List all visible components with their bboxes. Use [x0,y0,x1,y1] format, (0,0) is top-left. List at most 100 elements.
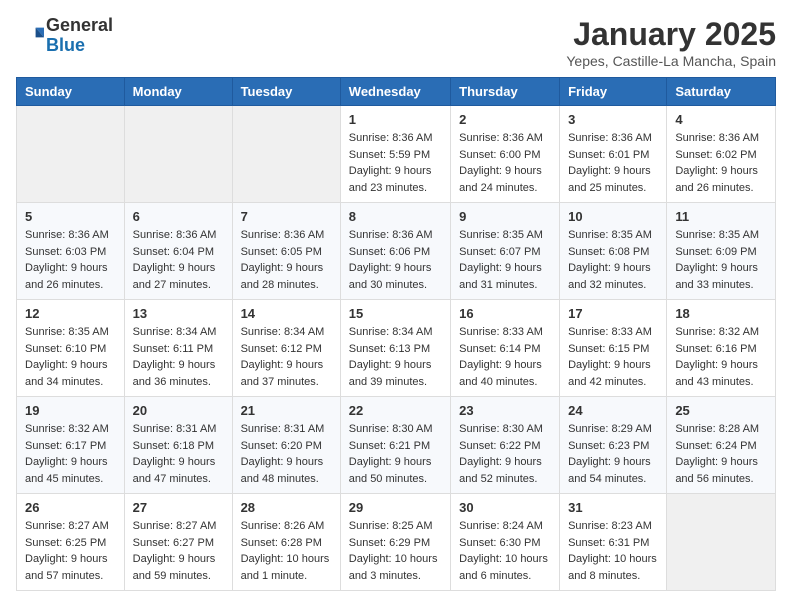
day-number: 3 [568,112,658,127]
day-info: Sunrise: 8:33 AM Sunset: 6:14 PM Dayligh… [459,324,551,390]
title-block: January 2025 Yepes, Castille-La Mancha, … [566,16,776,69]
day-info: Sunrise: 8:30 AM Sunset: 6:22 PM Dayligh… [459,421,551,487]
day-info: Sunrise: 8:23 AM Sunset: 6:31 PM Dayligh… [568,518,658,584]
day-number: 26 [25,500,116,515]
table-row: 19 Sunrise: 8:32 AM Sunset: 6:17 PM Dayli… [17,397,125,494]
calendar-table: Sunday Monday Tuesday Wednesday Thursday… [16,77,776,591]
table-row [667,494,776,591]
day-info: Sunrise: 8:24 AM Sunset: 6:30 PM Dayligh… [459,518,551,584]
day-number: 1 [349,112,442,127]
table-row: 15Sunrise: 8:34 AM Sunset: 6:13 PM Dayli… [340,300,450,397]
calendar-week-row: 26 Sunrise: 8:27 AM Sunset: 6:25 PM Dayli… [17,494,776,591]
table-row: 14 Sunrise: 8:34 AM Sunset: 6:12 PM Dayli… [232,300,340,397]
day-info: Sunrise: 8:35 AM Sunset: 6:09 PM Dayligh… [675,227,767,293]
day-number: 23 [459,403,551,418]
table-row: 17Sunrise: 8:33 AM Sunset: 6:15 PM Dayli… [560,300,667,397]
day-number: 24 [568,403,658,418]
table-row: 16 Sunrise: 8:33 AM Sunset: 6:14 PM Dayli… [451,300,560,397]
day-number: 28 [241,500,332,515]
logo-text: General Blue [46,16,113,56]
logo: General Blue [16,16,113,56]
day-number: 16 [459,306,551,321]
day-number: 18 [675,306,767,321]
day-number: 21 [241,403,332,418]
day-info: Sunrise: 8:36 AM Sunset: 6:05 PM Dayligh… [241,227,332,293]
header-monday: Monday [124,78,232,106]
table-row: 27Sunrise: 8:27 AM Sunset: 6:27 PM Dayli… [124,494,232,591]
table-row: 28 Sunrise: 8:26 AM Sunset: 6:28 PM Dayli… [232,494,340,591]
day-number: 11 [675,209,767,224]
day-number: 2 [459,112,551,127]
day-info: Sunrise: 8:36 AM Sunset: 5:59 PM Dayligh… [349,130,442,196]
table-row [17,106,125,203]
day-info: Sunrise: 8:30 AM Sunset: 6:21 PM Dayligh… [349,421,442,487]
location-title: Yepes, Castille-La Mancha, Spain [566,53,776,69]
day-number: 6 [133,209,224,224]
table-row: 21 Sunrise: 8:31 AM Sunset: 6:20 PM Dayli… [232,397,340,494]
logo-icon [16,22,44,50]
day-info: Sunrise: 8:25 AM Sunset: 6:29 PM Dayligh… [349,518,442,584]
day-info: Sunrise: 8:36 AM Sunset: 6:02 PM Dayligh… [675,130,767,196]
table-row: 10Sunrise: 8:35 AM Sunset: 6:08 PM Dayli… [560,203,667,300]
day-number: 22 [349,403,442,418]
day-number: 25 [675,403,767,418]
table-row: 5 Sunrise: 8:36 AM Sunset: 6:03 PM Daylig… [17,203,125,300]
day-number: 19 [25,403,116,418]
header-wednesday: Wednesday [340,78,450,106]
header-friday: Friday [560,78,667,106]
day-info: Sunrise: 8:32 AM Sunset: 6:17 PM Dayligh… [25,421,116,487]
day-info: Sunrise: 8:34 AM Sunset: 6:11 PM Dayligh… [133,324,224,390]
day-info: Sunrise: 8:35 AM Sunset: 6:07 PM Dayligh… [459,227,551,293]
table-row: 8Sunrise: 8:36 AM Sunset: 6:06 PM Daylig… [340,203,450,300]
day-info: Sunrise: 8:28 AM Sunset: 6:24 PM Dayligh… [675,421,767,487]
day-info: Sunrise: 8:36 AM Sunset: 6:06 PM Dayligh… [349,227,442,293]
table-row: 9Sunrise: 8:35 AM Sunset: 6:07 PM Daylig… [451,203,560,300]
table-row: 1 Sunrise: 8:36 AM Sunset: 5:59 PM Daylig… [340,106,450,203]
table-row: 13 Sunrise: 8:34 AM Sunset: 6:11 PM Dayli… [124,300,232,397]
month-title: January 2025 [566,16,776,53]
day-info: Sunrise: 8:31 AM Sunset: 6:20 PM Dayligh… [241,421,332,487]
table-row: 30Sunrise: 8:24 AM Sunset: 6:30 PM Dayli… [451,494,560,591]
table-row [124,106,232,203]
day-info: Sunrise: 8:29 AM Sunset: 6:23 PM Dayligh… [568,421,658,487]
table-row [232,106,340,203]
day-number: 4 [675,112,767,127]
day-info: Sunrise: 8:36 AM Sunset: 6:04 PM Dayligh… [133,227,224,293]
header-sunday: Sunday [17,78,125,106]
day-info: Sunrise: 8:33 AM Sunset: 6:15 PM Dayligh… [568,324,658,390]
table-row: 3 Sunrise: 8:36 AM Sunset: 6:01 PM Daylig… [560,106,667,203]
day-number: 7 [241,209,332,224]
table-row: 4 Sunrise: 8:36 AM Sunset: 6:02 PM Daylig… [667,106,776,203]
day-number: 13 [133,306,224,321]
day-info: Sunrise: 8:35 AM Sunset: 6:08 PM Dayligh… [568,227,658,293]
day-number: 5 [25,209,116,224]
page-header: General Blue January 2025 Yepes, Castill… [16,16,776,69]
calendar-week-row: 19 Sunrise: 8:32 AM Sunset: 6:17 PM Dayli… [17,397,776,494]
table-row: 25 Sunrise: 8:28 AM Sunset: 6:24 PM Dayli… [667,397,776,494]
day-number: 14 [241,306,332,321]
table-row: 6 Sunrise: 8:36 AM Sunset: 6:04 PM Daylig… [124,203,232,300]
table-row: 2Sunrise: 8:36 AM Sunset: 6:00 PM Daylig… [451,106,560,203]
day-info: Sunrise: 8:27 AM Sunset: 6:27 PM Dayligh… [133,518,224,584]
logo-blue: Blue [46,36,113,56]
table-row: 20Sunrise: 8:31 AM Sunset: 6:18 PM Dayli… [124,397,232,494]
day-info: Sunrise: 8:36 AM Sunset: 6:01 PM Dayligh… [568,130,658,196]
day-info: Sunrise: 8:32 AM Sunset: 6:16 PM Dayligh… [675,324,767,390]
table-row: 12Sunrise: 8:35 AM Sunset: 6:10 PM Dayli… [17,300,125,397]
table-row: 22 Sunrise: 8:30 AM Sunset: 6:21 PM Dayli… [340,397,450,494]
table-row: 29Sunrise: 8:25 AM Sunset: 6:29 PM Dayli… [340,494,450,591]
table-row: 18 Sunrise: 8:32 AM Sunset: 6:16 PM Dayli… [667,300,776,397]
header-tuesday: Tuesday [232,78,340,106]
day-info: Sunrise: 8:36 AM Sunset: 6:03 PM Dayligh… [25,227,116,293]
calendar-header-row: Sunday Monday Tuesday Wednesday Thursday… [17,78,776,106]
table-row: 24 Sunrise: 8:29 AM Sunset: 6:23 PM Dayli… [560,397,667,494]
day-info: Sunrise: 8:34 AM Sunset: 6:12 PM Dayligh… [241,324,332,390]
header-thursday: Thursday [451,78,560,106]
table-row: 31 Sunrise: 8:23 AM Sunset: 6:31 PM Dayli… [560,494,667,591]
day-number: 31 [568,500,658,515]
day-info: Sunrise: 8:27 AM Sunset: 6:25 PM Dayligh… [25,518,116,584]
calendar-week-row: 12Sunrise: 8:35 AM Sunset: 6:10 PM Dayli… [17,300,776,397]
day-info: Sunrise: 8:34 AM Sunset: 6:13 PM Dayligh… [349,324,442,390]
day-info: Sunrise: 8:26 AM Sunset: 6:28 PM Dayligh… [241,518,332,584]
header-saturday: Saturday [667,78,776,106]
